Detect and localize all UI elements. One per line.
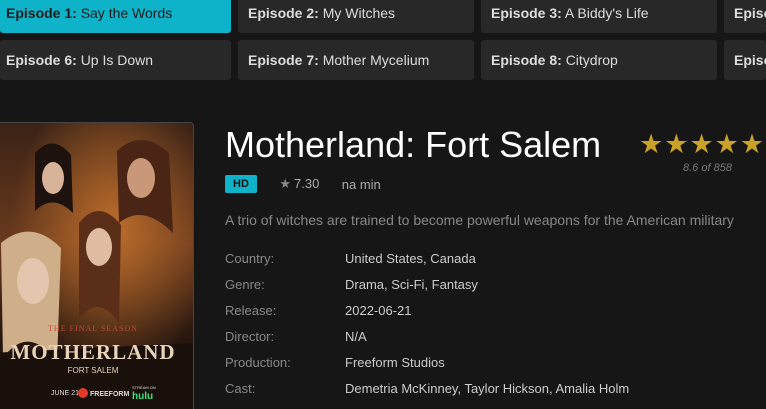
star-icon[interactable]: ★ xyxy=(740,131,764,158)
info-key: Production: xyxy=(225,355,291,370)
episode-6-button[interactable]: Episode 6: Up Is Down xyxy=(0,40,231,80)
info-key: Country: xyxy=(225,251,275,266)
show-poster[interactable]: THE FINAL SEASON MOTHERLAND FORT SALEM J… xyxy=(0,122,194,409)
info-key: Director: xyxy=(225,329,275,344)
quality-badge: HD xyxy=(225,175,257,193)
score-value: 7.30 xyxy=(294,176,320,191)
poster-artwork: THE FINAL SEASON MOTHERLAND FORT SALEM J… xyxy=(0,123,193,409)
info-value: 2022-06-21 xyxy=(345,303,412,318)
episode-number: Episo xyxy=(734,52,766,68)
poster-stream: STREAM ON xyxy=(132,385,156,390)
poster-tagline: THE FINAL SEASON xyxy=(48,324,138,333)
info-value[interactable]: Drama, Sci-Fi, Fantasy xyxy=(345,277,478,292)
episode-3-button[interactable]: Episode 3: A Biddy's Life xyxy=(481,0,717,33)
episode-number: Episode 6: xyxy=(6,52,77,68)
episode-name: Say the Words xyxy=(80,5,173,21)
imdb-score: ★ 7.30 xyxy=(279,176,319,192)
meta-row: HD ★ 7.30 na min xyxy=(225,175,381,194)
episode-name: Citydrop xyxy=(565,52,618,68)
duration: na min xyxy=(341,176,381,192)
star-icon[interactable]: ★ xyxy=(715,131,739,158)
rating-count: 8.6 of 858 xyxy=(683,162,732,174)
star-icon[interactable]: ★ xyxy=(639,131,663,158)
freeform-logo-icon xyxy=(78,388,88,398)
poster-network: FREEFORM xyxy=(90,391,129,398)
poster-service: hulu xyxy=(132,391,153,402)
poster-subtitle: FORT SALEM xyxy=(68,366,119,375)
episode-number: Episode 2: xyxy=(248,5,319,21)
info-value[interactable]: Demetria McKinney, Taylor Hickson, Amali… xyxy=(345,381,629,396)
info-value: N/A xyxy=(345,329,367,344)
poster-date: JUNE 21 xyxy=(51,390,79,397)
info-key: Genre: xyxy=(225,277,265,292)
poster-title: MOTHERLAND xyxy=(10,340,175,364)
episode-name: A Biddy's Life xyxy=(564,5,649,21)
star-icon: ★ xyxy=(279,176,291,191)
episode-list: Episode 1: Say the Words Episode 2: My W… xyxy=(0,0,766,90)
show-description: A trio of witches are trained to become … xyxy=(225,212,734,228)
episode-1-button[interactable]: Episode 1: Say the Words xyxy=(0,0,231,33)
episode-4-button[interactable]: Episo xyxy=(724,0,766,33)
episode-name: Mother Mycelium xyxy=(322,52,430,68)
info-value[interactable]: Freeform Studios xyxy=(345,355,445,370)
episode-number: Episode 8: xyxy=(491,52,562,68)
episode-number: Episode 7: xyxy=(248,52,319,68)
star-icon[interactable]: ★ xyxy=(689,131,713,158)
info-value[interactable]: United States, Canada xyxy=(345,251,476,266)
episode-8-button[interactable]: Episode 8: Citydrop xyxy=(481,40,717,80)
episode-9-button[interactable]: Episo xyxy=(724,40,766,80)
info-key: Cast: xyxy=(225,381,256,396)
show-title: Motherland: Fort Salem xyxy=(225,124,602,165)
star-rating[interactable]: ★★★★★ xyxy=(639,131,765,158)
episode-number: Episo xyxy=(734,5,766,21)
episode-2-button[interactable]: Episode 2: My Witches xyxy=(238,0,474,33)
episode-number: Episode 1: xyxy=(6,5,77,21)
episode-name: My Witches xyxy=(322,5,396,21)
star-icon[interactable]: ★ xyxy=(664,131,688,158)
episode-name: Up Is Down xyxy=(80,52,154,68)
info-key: Release: xyxy=(225,303,277,318)
episode-number: Episode 3: xyxy=(491,5,562,21)
episode-7-button[interactable]: Episode 7: Mother Mycelium xyxy=(238,40,474,80)
